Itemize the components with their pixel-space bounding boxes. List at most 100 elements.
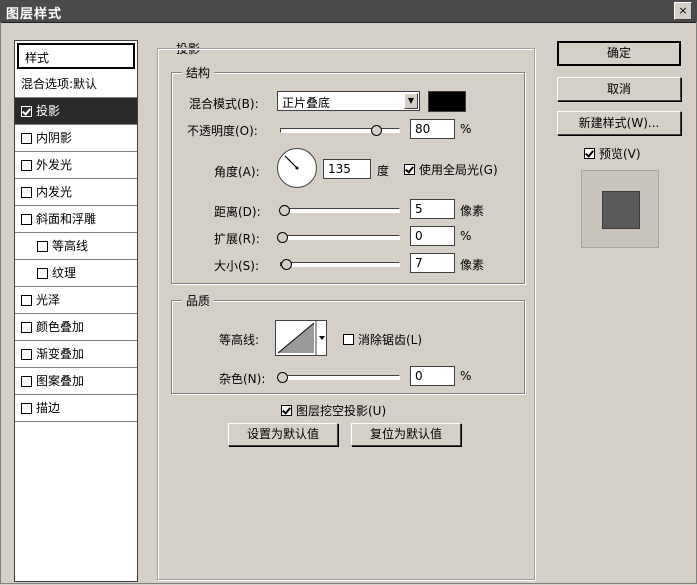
style-item-label: 内发光 [36,184,73,199]
title-bar: 图层样式 × [0,0,697,23]
style-item-label: 颜色叠加 [36,319,85,334]
style-item-checkbox[interactable] [21,348,32,360]
angle-label: 角度(A): [214,165,260,179]
noise-slider-thumb[interactable] [277,372,288,383]
chevron-down-icon: ▼ [404,93,418,109]
new-style-button[interactable]: 新建样式(W)... [557,111,681,135]
noise-label: 杂色(N): [219,372,266,386]
opacity-slider[interactable] [280,125,400,136]
preview-swatch [602,191,640,229]
style-item[interactable]: 纹理 [15,260,137,287]
style-item[interactable]: 外发光 [15,152,137,179]
preview-check-icon[interactable] [584,148,595,159]
angle-input[interactable]: 135 [323,159,371,179]
distance-unit: 像素 [460,204,485,218]
style-item[interactable]: 描边 [15,395,137,422]
style-item-label: 投影 [36,103,61,118]
style-list: 样式 混合选项:默认投影内阴影外发光内发光斜面和浮雕等高线纹理光泽颜色叠加渐变叠… [14,40,138,582]
style-item-label: 纹理 [52,265,77,280]
style-item-checkbox[interactable] [21,105,32,117]
global-light-check-icon[interactable] [404,164,415,175]
style-item-checkbox[interactable] [37,267,48,279]
opacity-input[interactable]: 80 [410,119,455,139]
size-slider[interactable] [280,259,400,270]
size-label: 大小(S): [214,259,260,273]
opacity-unit: % [460,122,472,136]
shadow-color-swatch[interactable] [428,91,466,112]
style-item-checkbox[interactable] [21,159,32,171]
set-default-button[interactable]: 设置为默认值 [228,423,338,446]
style-item-label: 光泽 [36,292,61,307]
style-item-checkbox[interactable] [21,402,32,414]
style-item-checkbox[interactable] [21,321,32,333]
noise-slider[interactable] [277,372,400,383]
antialias-label: 消除锯齿(L) [358,333,423,347]
reset-default-button[interactable]: 复位为默认值 [351,423,461,446]
style-item[interactable]: 斜面和浮雕 [15,206,137,233]
style-item-checkbox[interactable] [37,240,48,252]
style-item-label: 等高线 [52,238,89,253]
distance-input[interactable]: 5 [410,199,455,219]
close-button[interactable]: × [674,2,692,20]
cancel-button[interactable]: 取消 [557,77,681,101]
noise-unit: % [460,369,472,383]
spread-label: 扩展(R): [214,232,260,246]
knockout-check-icon[interactable] [281,405,292,416]
style-item[interactable]: 等高线 [15,233,137,260]
blend-mode-value: 正片叠底 [282,96,331,110]
style-item[interactable]: 内阴影 [15,125,137,152]
global-light-checkbox[interactable]: 使用全局光(G) [404,161,498,178]
style-item-checkbox[interactable] [21,294,32,306]
style-list-header[interactable]: 样式 [17,43,135,69]
spread-slider[interactable] [277,232,400,243]
noise-input[interactable]: 0 [410,366,455,386]
style-item[interactable]: 内发光 [15,179,137,206]
style-item[interactable]: 图案叠加 [15,368,137,395]
style-item-checkbox[interactable] [21,213,32,225]
blend-mode-select[interactable]: 正片叠底 ▼ [277,91,420,111]
style-item[interactable]: 光泽 [15,287,137,314]
knockout-label: 图层挖空投影(U) [296,404,387,418]
angle-dial[interactable] [277,148,317,188]
antialias-checkbox[interactable]: 消除锯齿(L) [343,331,422,348]
quality-legend: 品质 [182,292,215,309]
style-item-label: 渐变叠加 [36,346,85,361]
spread-unit: % [460,229,472,243]
spread-input[interactable]: 0 [410,226,455,246]
structure-legend: 结构 [182,64,215,81]
spread-slider-thumb[interactable] [277,232,288,243]
style-item-label: 内阴影 [36,130,73,145]
style-item-label: 外发光 [36,157,73,172]
size-input[interactable]: 7 [410,253,455,273]
contour-curve-icon [277,321,325,355]
style-item-label: 混合选项:默认 [21,76,98,91]
preview-checkbox[interactable]: 预览(V) [584,145,641,162]
distance-slider[interactable] [279,205,400,216]
contour-picker[interactable] [275,320,327,356]
contour-label: 等高线: [219,333,260,347]
opacity-label: 不透明度(O): [187,124,258,138]
angle-unit: 度 [377,164,390,178]
style-item[interactable]: 混合选项:默认 [15,71,137,98]
style-item-checkbox[interactable] [21,186,32,198]
global-light-label: 使用全局光(G) [419,163,498,177]
style-item-label: 斜面和浮雕 [36,211,97,226]
size-slider-thumb[interactable] [280,259,292,270]
preview-label: 预览(V) [599,147,641,161]
style-item-checkbox[interactable] [21,132,32,144]
style-item-label: 描边 [36,400,61,415]
angle-needle-icon [284,155,299,170]
window-title: 图层样式 [6,7,63,22]
size-unit: 像素 [460,258,485,272]
style-item[interactable]: 投影 [15,98,137,125]
ok-button[interactable]: 确定 [557,41,681,66]
knockout-checkbox[interactable]: 图层挖空投影(U) [281,402,386,419]
preview-thumbnail [581,170,659,248]
style-item[interactable]: 渐变叠加 [15,341,137,368]
style-item[interactable]: 颜色叠加 [15,314,137,341]
style-item-checkbox[interactable] [21,375,32,387]
style-item-label: 图案叠加 [36,373,85,388]
blend-mode-label: 混合模式(B): [189,97,259,111]
distance-label: 距离(D): [214,205,261,219]
antialias-check-icon[interactable] [343,334,354,345]
